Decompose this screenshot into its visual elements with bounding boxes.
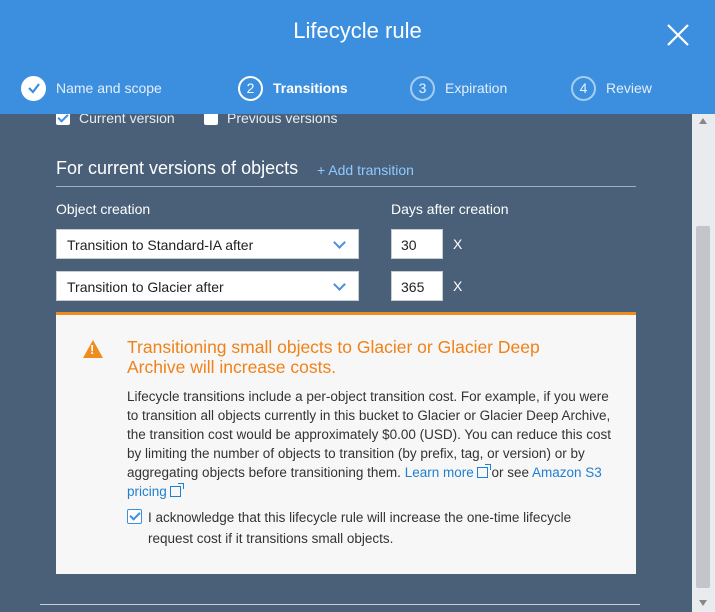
check-icon	[21, 75, 46, 101]
select-value: Transition to Glacier after	[67, 279, 224, 295]
modal-header: Lifecycle rule Name and scope 2 Transiti…	[0, 0, 715, 114]
warning-body: Lifecycle transitions include a per-obje…	[127, 387, 617, 501]
transition-select-2[interactable]: Transition to Glacier after	[56, 271, 359, 301]
step-number: 2	[238, 75, 263, 101]
days-after-creation-label: Days after creation	[391, 201, 509, 217]
scrollbar-thumb[interactable]	[696, 226, 710, 588]
step-label: Expiration	[445, 80, 508, 96]
remove-transition-2[interactable]: X	[453, 278, 462, 294]
learn-more-label: Learn more	[404, 465, 474, 480]
add-transition-link[interactable]: + Add transition	[317, 162, 414, 178]
warning-icon: !	[83, 340, 103, 358]
step-name-and-scope[interactable]: Name and scope	[21, 72, 162, 104]
close-icon[interactable]	[665, 22, 691, 48]
step-number: 3	[410, 75, 435, 101]
current-version-checkbox[interactable]: Current version	[56, 114, 175, 126]
step-review[interactable]: 4 Review	[571, 72, 652, 104]
acknowledge-label: I acknowledge that this lifecycle rule w…	[148, 510, 572, 546]
learn-more-link[interactable]: Learn more	[404, 464, 491, 480]
scroll-up-icon[interactable]	[699, 118, 707, 124]
warning-title: Transitioning small objects to Glacier o…	[127, 337, 540, 377]
object-creation-label: Object creation	[56, 201, 151, 217]
modal-body: Current version Previous versions For cu…	[0, 114, 692, 612]
checkbox-label: Current version	[79, 114, 175, 126]
transition-select-1[interactable]: Transition to Standard-IA after	[56, 229, 359, 259]
wizard-steps: Name and scope 2 Transitions 3 Expiratio…	[0, 72, 715, 104]
external-link-icon	[476, 464, 491, 478]
modal-title: Lifecycle rule	[293, 18, 422, 43]
days-input-1[interactable]: 30	[391, 229, 443, 259]
scrollbar[interactable]	[692, 114, 715, 612]
remove-transition-1[interactable]: X	[453, 236, 462, 252]
cost-warning-alert: ! Transitioning small objects to Glacier…	[56, 312, 636, 574]
days-input-2[interactable]: 365	[391, 271, 443, 301]
step-label: Review	[606, 80, 652, 96]
step-number: 4	[571, 75, 596, 101]
footer-divider	[40, 604, 640, 605]
section-title: For current versions of objects	[56, 158, 299, 178]
step-transitions[interactable]: 2 Transitions	[238, 72, 348, 104]
previous-versions-checkbox[interactable]: Previous versions	[204, 114, 338, 126]
checkbox[interactable]	[56, 114, 70, 125]
step-label: Transitions	[273, 80, 348, 96]
section-divider	[56, 186, 636, 187]
acknowledge-checkbox[interactable]	[127, 509, 142, 524]
or-see-text: or see	[487, 465, 533, 480]
chevron-down-icon	[333, 278, 346, 291]
step-expiration[interactable]: 3 Expiration	[410, 72, 507, 104]
scroll-down-icon[interactable]	[699, 600, 707, 606]
external-link-icon	[169, 483, 184, 497]
checkbox-label: Previous versions	[227, 114, 338, 126]
chevron-down-icon	[333, 236, 346, 249]
select-value: Transition to Standard-IA after	[67, 237, 254, 253]
step-label: Name and scope	[56, 80, 162, 96]
checkbox[interactable]	[204, 114, 218, 125]
